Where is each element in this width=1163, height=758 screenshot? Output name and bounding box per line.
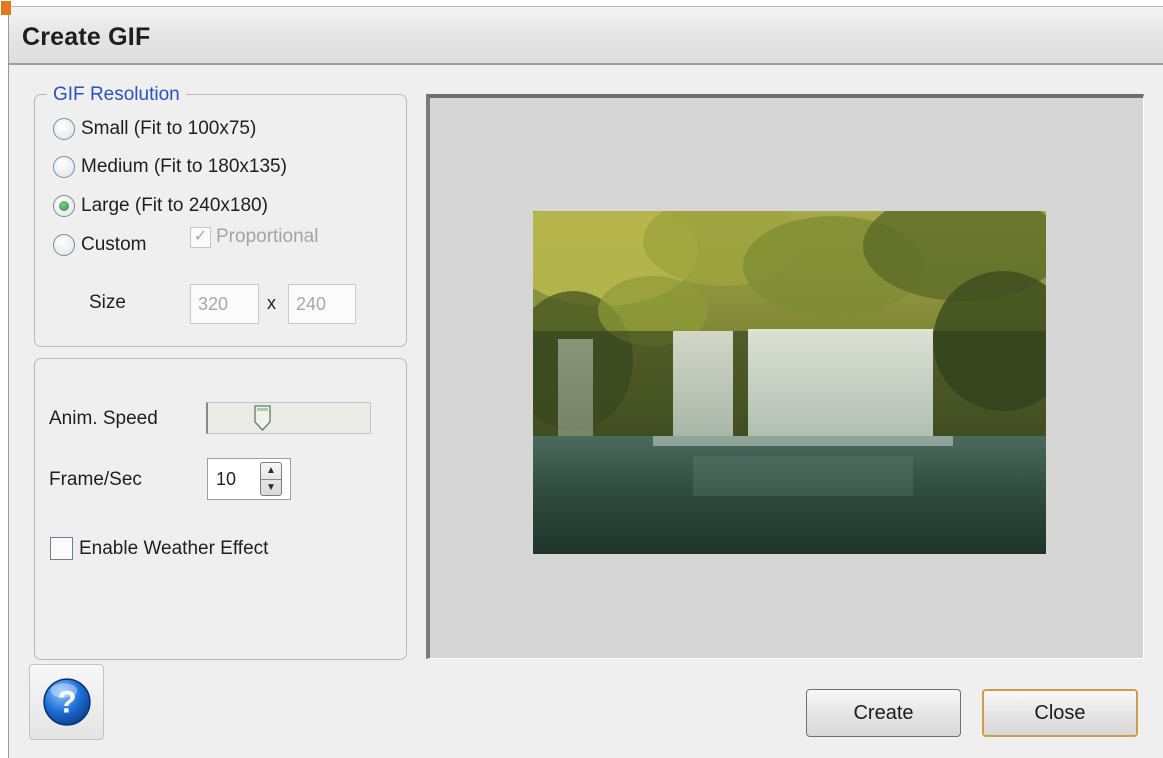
anim-speed-slider[interactable] <box>206 402 371 434</box>
gif-resolution-legend: GIF Resolution <box>47 84 186 106</box>
radio-custom-label: Custom <box>81 234 147 255</box>
radio-medium-indicator[interactable] <box>53 156 75 178</box>
slider-thumb-icon[interactable] <box>254 405 271 431</box>
window-title: Create GIF <box>22 23 151 51</box>
radio-large[interactable]: Large (Fit to 240x180) <box>53 192 268 220</box>
width-input[interactable]: 320 <box>190 284 259 324</box>
height-input[interactable]: 240 <box>288 284 356 324</box>
proportional-check-icon[interactable]: ✓ <box>190 226 211 248</box>
weather-effect-label: Enable Weather Effect <box>79 537 269 559</box>
window-accent <box>1 1 11 15</box>
svg-text:?: ? <box>57 684 76 719</box>
fps-spin-buttons[interactable]: ▲ ▼ <box>260 462 282 496</box>
title-bar[interactable]: Create GIF <box>1 1 1163 65</box>
question-mark-icon: ? <box>42 678 91 726</box>
proportional-label: Proportional <box>216 226 319 247</box>
animation-group: Anim. Speed Frame/Sec 10 ▲ ▼ Enable Weat… <box>34 358 407 660</box>
spin-up-icon[interactable]: ▲ <box>261 463 281 480</box>
help-button[interactable]: ? <box>29 664 104 740</box>
spin-down-icon[interactable]: ▼ <box>261 480 281 496</box>
close-button[interactable]: Close <box>982 689 1138 737</box>
radio-custom-indicator[interactable] <box>53 234 75 256</box>
create-gif-dialog: Create GIF GIF Resolution Small (Fit to … <box>1 1 1163 758</box>
size-separator: x <box>267 293 276 313</box>
radio-custom[interactable]: Custom <box>53 231 146 259</box>
waterfall-photo <box>533 211 1046 554</box>
radio-large-indicator[interactable] <box>53 195 75 217</box>
weather-effect-box[interactable] <box>50 537 73 560</box>
radio-small[interactable]: Small (Fit to 100x75) <box>53 115 256 143</box>
radio-small-indicator[interactable] <box>53 118 75 140</box>
anim-speed-label: Anim. Speed <box>49 408 158 429</box>
fps-spinner[interactable]: 10 ▲ ▼ <box>207 458 291 500</box>
create-button[interactable]: Create <box>806 689 961 737</box>
radio-medium[interactable]: Medium (Fit to 180x135) <box>53 153 287 181</box>
proportional-checkbox[interactable]: ✓ Proportional <box>190 226 318 248</box>
gif-resolution-group: GIF Resolution Small (Fit to 100x75) Med… <box>34 84 407 347</box>
preview-pane <box>426 94 1144 659</box>
fps-value[interactable]: 10 <box>208 469 260 490</box>
fps-label: Frame/Sec <box>49 469 142 490</box>
size-label: Size <box>89 292 126 313</box>
weather-effect-checkbox[interactable]: Enable Weather Effect <box>50 537 268 560</box>
radio-large-label: Large (Fit to 240x180) <box>81 195 268 216</box>
radio-small-label: Small (Fit to 100x75) <box>81 118 257 139</box>
radio-medium-label: Medium (Fit to 180x135) <box>81 156 287 177</box>
